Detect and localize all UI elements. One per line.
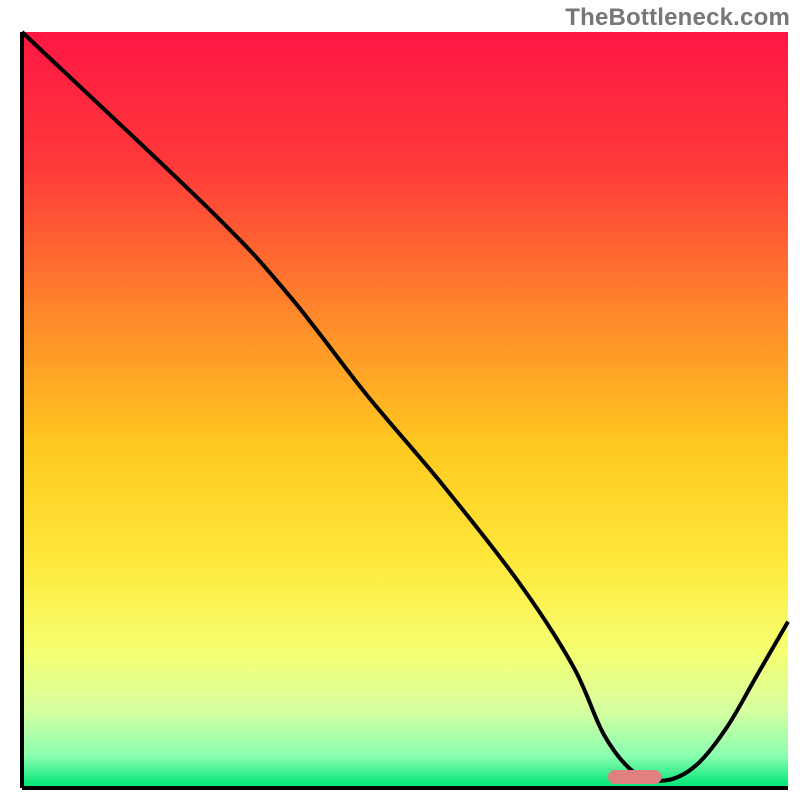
optimal-marker: [608, 770, 662, 784]
bottleneck-chart: [0, 0, 800, 800]
plot-area: [24, 32, 788, 786]
watermark-label: TheBottleneck.com: [565, 4, 790, 32]
